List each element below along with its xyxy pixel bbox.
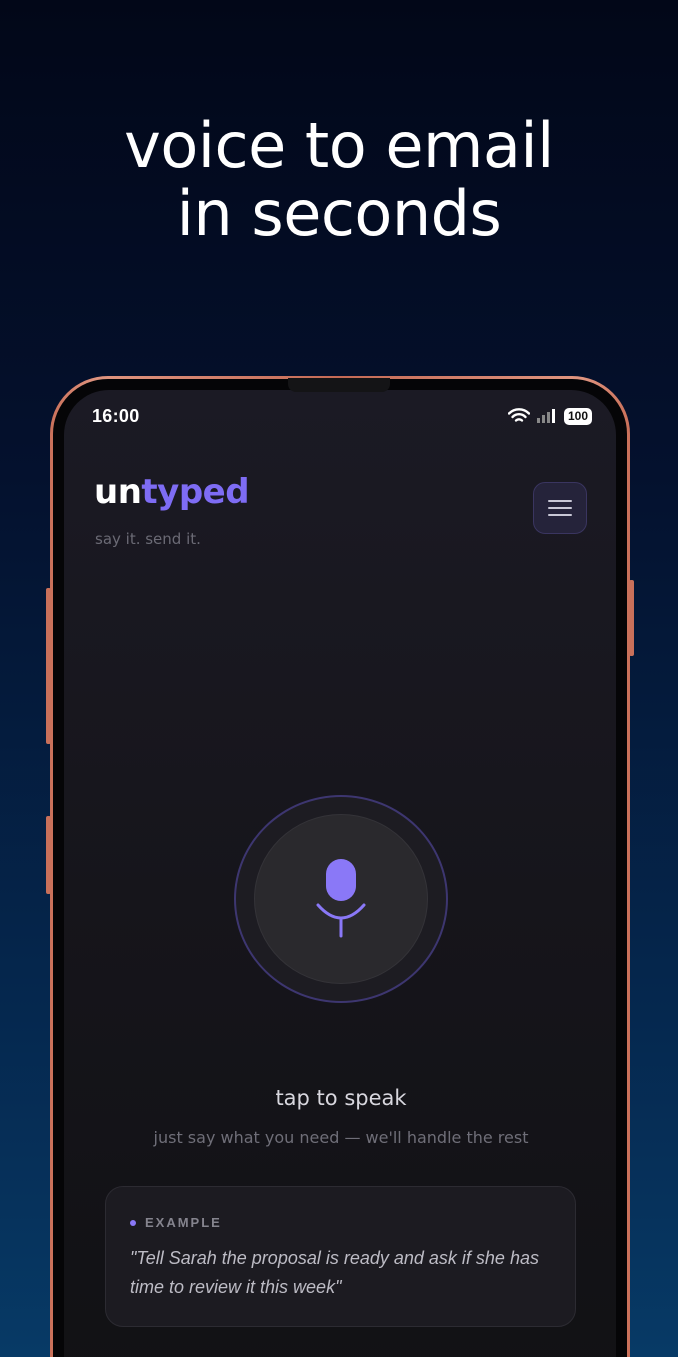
logo-part-1: un	[94, 472, 142, 512]
wifi-icon	[507, 408, 530, 422]
signal-icon	[536, 409, 555, 423]
tap-to-speak-sublabel: just say what you need — we'll handle th…	[153, 1128, 529, 1147]
status-icons: 100	[507, 407, 592, 425]
example-label: EXAMPLE	[145, 1215, 222, 1230]
app-logo: untyped	[94, 472, 250, 512]
phone-frame: 16:00 100 untyped say it. send it. tap t…	[50, 376, 630, 1357]
example-header: EXAMPLE	[130, 1215, 551, 1230]
tap-to-speak-label: tap to speak	[275, 1086, 407, 1110]
headline-line-1: voice to email	[124, 109, 554, 182]
phone-screen: 16:00 100 untyped say it. send it. tap t…	[64, 390, 616, 1357]
phone-bezel: 16:00 100 untyped say it. send it. tap t…	[53, 379, 627, 1357]
logo-part-2: typed	[141, 472, 250, 512]
example-card: EXAMPLE "Tell Sarah the proposal is read…	[105, 1186, 576, 1327]
app-tagline: say it. send it.	[95, 530, 201, 548]
record-button[interactable]	[234, 795, 448, 1003]
record-button-inner	[254, 814, 428, 984]
microphone-icon	[316, 859, 366, 938]
battery-icon: 100	[563, 407, 592, 425]
example-dot-icon	[130, 1219, 136, 1226]
headline-line-2: in seconds	[176, 177, 502, 250]
menu-button[interactable]	[533, 482, 587, 534]
status-bar: 16:00 100	[92, 404, 592, 428]
status-time: 16:00	[92, 405, 140, 426]
hamburger-menu-icon	[548, 500, 572, 516]
headline: voice to email in seconds	[0, 112, 678, 248]
phone-notch	[288, 378, 390, 392]
example-text: "Tell Sarah the proposal is ready and as…	[130, 1248, 539, 1297]
